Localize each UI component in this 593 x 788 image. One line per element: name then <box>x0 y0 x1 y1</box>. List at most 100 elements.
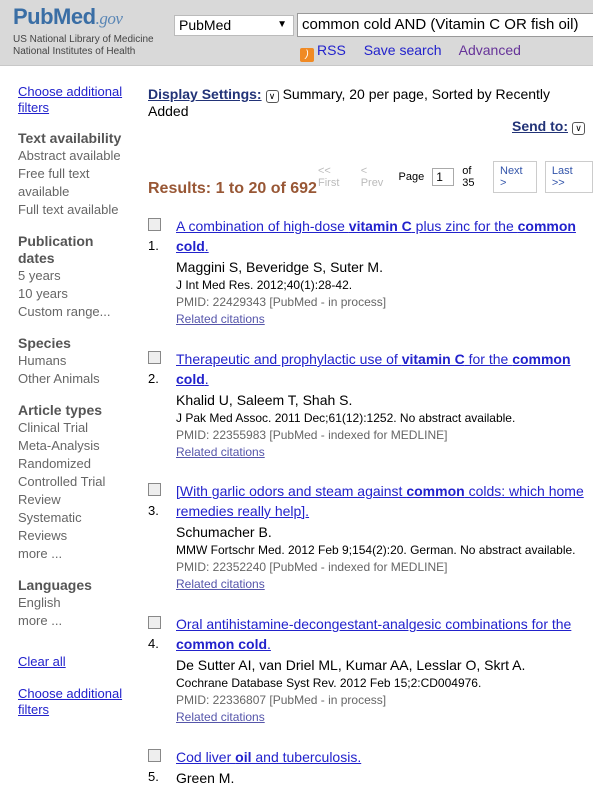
page-input[interactable] <box>432 168 455 186</box>
clear-all-link[interactable]: Clear all <box>18 654 133 670</box>
result-authors: Khalid U, Saleem T, Shah S. <box>176 392 353 408</box>
related-citations-link[interactable]: Related citations <box>176 444 593 460</box>
rss-link[interactable]: ) RSS <box>300 42 346 62</box>
filter-item[interactable]: Humans <box>18 352 133 370</box>
title-segment: common <box>406 483 465 499</box>
filter-item[interactable]: Systematic Reviews <box>18 509 133 545</box>
save-search-link[interactable]: Save search <box>364 42 442 58</box>
filter-group-heading: Text availability <box>18 130 122 146</box>
result-pmid: PMID: 22352240 [PubMed - indexed for MED… <box>176 560 448 574</box>
title-segment: for the <box>464 351 513 367</box>
filter-item[interactable]: Other Animals <box>18 370 133 388</box>
send-to-label[interactable]: Send to: <box>512 118 568 134</box>
filter-item[interactable]: Clinical Trial <box>18 419 133 437</box>
result-journal: MMW Fortschr Med. 2012 Feb 9;154(2):20. … <box>176 543 576 557</box>
title-segment: . <box>204 238 209 254</box>
filter-item[interactable]: 10 years <box>18 285 133 303</box>
title-segment: [With garlic odors and steam against <box>176 483 407 499</box>
next-page-button[interactable]: Next > <box>493 161 537 193</box>
filter-group: Species Humans Other Animals <box>18 335 133 388</box>
result-journal: J Int Med Res. 2012;40(1):28-42. <box>176 278 353 292</box>
filter-item[interactable]: Abstract available <box>18 147 133 165</box>
result-checkbox[interactable] <box>148 483 161 496</box>
result-checkbox[interactable] <box>148 351 161 364</box>
logo-suffix: .gov <box>95 9 123 28</box>
title-segment: vitamin C <box>348 218 412 234</box>
search-input[interactable]: common cold AND (Vitamin C OR fish oil) <box>297 13 593 37</box>
result-item: 1. A combination of high-dose vitamin C p… <box>148 216 593 327</box>
title-segment: Oral antihistamine-decongestant-analgesi… <box>176 616 572 632</box>
results-count: Results: 1 to 20 of 692 <box>148 180 317 197</box>
result-authors: Green M. <box>176 770 235 786</box>
result-title-link[interactable]: [With garlic odors and steam against com… <box>176 481 593 521</box>
first-page-link: << First <box>318 165 340 189</box>
logo-text: PubMed <box>13 4 96 29</box>
result-item: 2. Therapeutic and prophylactic use of vi… <box>148 349 593 460</box>
result-number: 5. <box>148 769 159 784</box>
header-links: ) RSS Save search Advanced <box>300 42 535 62</box>
filter-group-heading: Article types <box>18 402 103 418</box>
choose-filters-link-bottom[interactable]: Choose additional filters <box>18 686 133 718</box>
related-citations-link[interactable]: Related citations <box>176 311 593 327</box>
filter-item[interactable]: more ... <box>18 612 133 630</box>
filter-item[interactable]: Free full text available <box>18 165 133 201</box>
database-value: PubMed <box>179 17 232 33</box>
result-journal: Cochrane Database Syst Rev. 2012 Feb 15;… <box>176 676 482 690</box>
result-pmid: PMID: 22429343 [PubMed - in process] <box>176 295 387 309</box>
title-segment: and tuberculosis. <box>251 749 362 765</box>
title-segment: A combination of high-dose <box>176 218 349 234</box>
filter-item[interactable]: English <box>18 594 133 612</box>
result-item: 5. Cod liver oil and tuberculosis. Green M… <box>148 747 593 788</box>
send-to[interactable]: Send to: ∨ <box>512 118 589 135</box>
filter-group: Text availability Abstract available Free … <box>18 130 133 219</box>
filter-group: Languages English more ... <box>18 577 133 630</box>
last-page-button[interactable]: Last >> <box>544 161 593 193</box>
filter-item[interactable]: more ... <box>18 545 133 563</box>
prev-page-link: < Prev <box>360 165 384 189</box>
page-label: Page <box>398 171 425 183</box>
title-segment: common cold <box>176 636 268 652</box>
result-checkbox[interactable] <box>148 616 161 629</box>
related-citations-link[interactable]: Related citations <box>176 576 593 592</box>
result-journal: J Pak Med Assoc. 2011 Dec;61(12):1252. N… <box>176 411 516 425</box>
pager: << First < Prev Page of 35 Next > Last >… <box>318 161 593 193</box>
rss-label: RSS <box>317 42 346 58</box>
filter-group: Publication dates 5 years 10 years Custom r… <box>18 233 133 321</box>
result-number: 1. <box>148 238 159 253</box>
title-segment: Cod liver <box>176 749 236 765</box>
result-checkbox[interactable] <box>148 749 161 762</box>
org-nlm[interactable]: US National Library of Medicine <box>13 34 154 46</box>
filter-group-heading: Species <box>18 335 71 351</box>
filter-item[interactable]: Randomized Controlled Trial <box>18 455 133 491</box>
result-title-link[interactable]: Therapeutic and prophylactic use of vita… <box>176 349 593 389</box>
result-authors: Schumacher B. <box>176 524 272 540</box>
org-nih[interactable]: National Institutes of Health <box>13 46 154 58</box>
pubmed-logo[interactable]: PubMed.gov <box>13 4 123 30</box>
related-citations-link[interactable]: Related citations <box>176 709 593 725</box>
choose-filters-link[interactable]: Choose additional filters <box>18 84 133 116</box>
result-pmid: PMID: 22355983 [PubMed - indexed for MED… <box>176 428 448 442</box>
title-segment: Therapeutic and prophylactic use of <box>176 351 402 367</box>
filter-item[interactable]: Custom range... <box>18 303 133 321</box>
result-checkbox[interactable] <box>148 218 161 231</box>
filter-item[interactable]: 5 years <box>18 267 133 285</box>
result-number: 2. <box>148 371 159 386</box>
title-segment: plus zinc for the <box>411 218 518 234</box>
result-title-link[interactable]: Oral antihistamine-decongestant-analgesi… <box>176 614 593 654</box>
filter-group-heading: Languages <box>18 577 92 593</box>
chevron-down-icon[interactable]: ∨ <box>572 122 585 135</box>
filter-item[interactable]: Review <box>18 491 133 509</box>
result-title-link[interactable]: A combination of high-dose vitamin C plu… <box>176 216 593 256</box>
display-settings-link[interactable]: Display Settings: <box>148 86 262 102</box>
result-authors: De Sutter AI, van Driel ML, Kumar AA, Le… <box>176 657 526 673</box>
result-number: 3. <box>148 503 159 518</box>
advanced-link[interactable]: Advanced <box>459 42 521 58</box>
database-select[interactable]: PubMed ▼ <box>174 15 294 36</box>
result-number: 4. <box>148 636 159 651</box>
title-segment: . <box>204 371 209 387</box>
chevron-down-icon[interactable]: ∨ <box>265 90 279 103</box>
result-title-link[interactable]: Cod liver oil and tuberculosis. <box>176 747 593 767</box>
filter-item[interactable]: Full text available <box>18 201 133 219</box>
filter-item[interactable]: Meta-Analysis <box>18 437 133 455</box>
dropdown-arrow-icon: ▼ <box>277 19 287 30</box>
